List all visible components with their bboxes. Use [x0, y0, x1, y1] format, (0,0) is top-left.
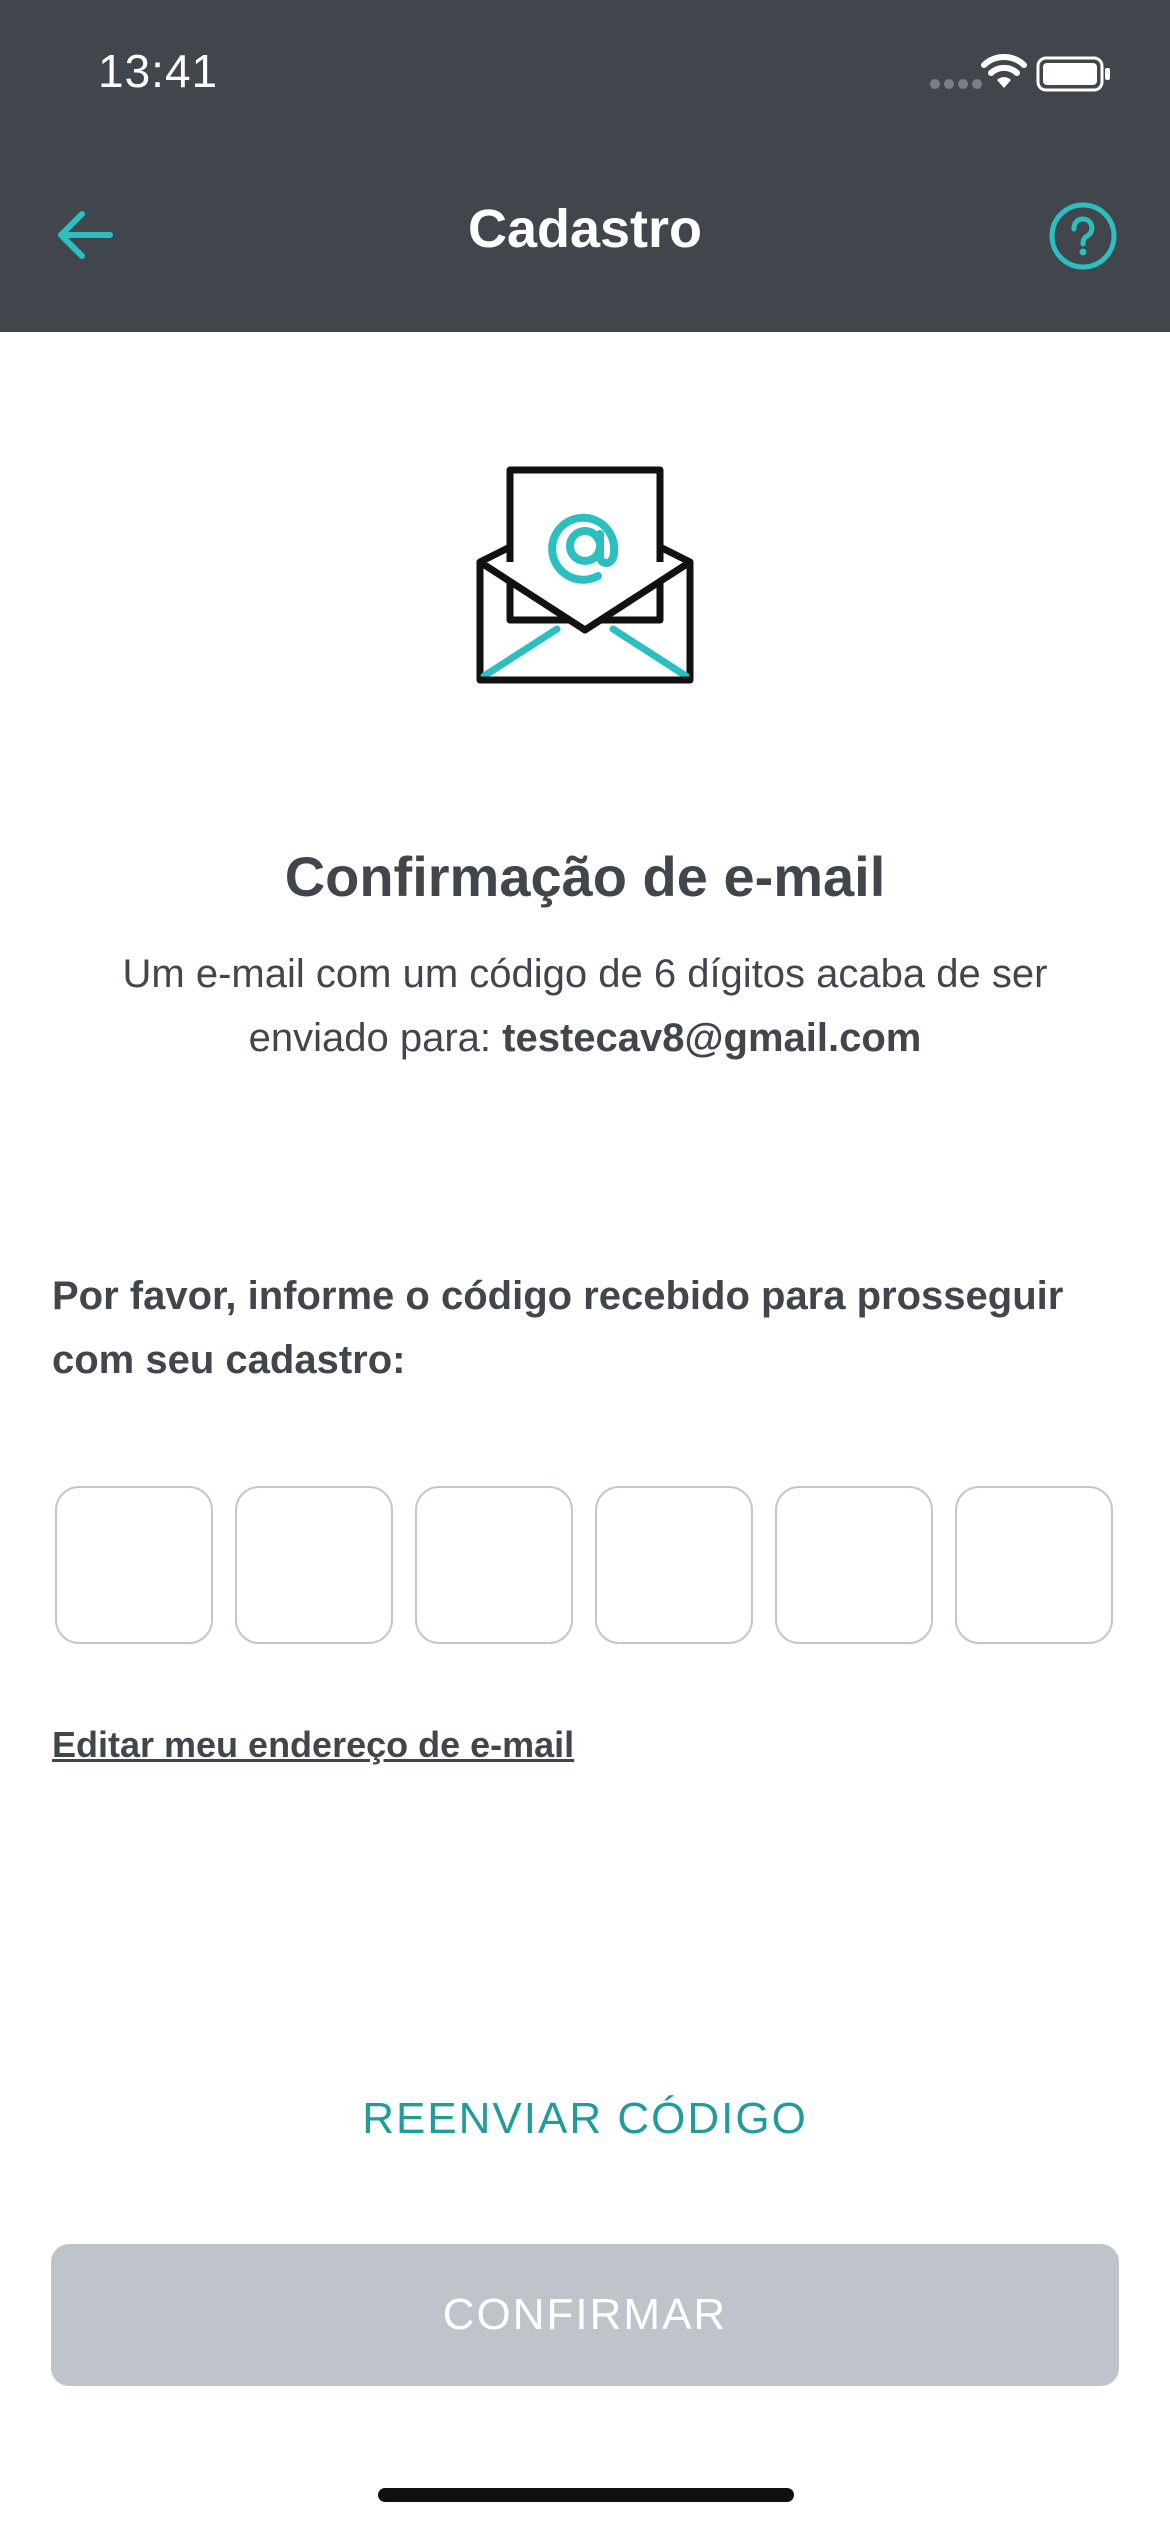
home-indicator: [378, 2488, 794, 2502]
code-digit-6-input[interactable]: [955, 1486, 1113, 1644]
email-envelope-icon: [476, 466, 694, 684]
edit-email-link[interactable]: Editar meu endereço de e-mail: [52, 1724, 574, 1766]
confirmation-description: Um e-mail com um código de 6 dígitos aca…: [60, 942, 1110, 1070]
app-header: 13:41 Cadastro: [0, 0, 1170, 332]
code-prompt: Por favor, informe o código recebido par…: [52, 1274, 1064, 1382]
help-question-icon: [1049, 202, 1117, 270]
page-title: Cadastro: [467, 199, 703, 259]
confirmation-title: Confirmação de e-mail: [284, 845, 886, 908]
code-digit-4-input[interactable]: [595, 1486, 753, 1644]
code-digit-2-input[interactable]: [235, 1486, 393, 1644]
resend-code-button[interactable]: REENVIAR CÓDIGO: [0, 2094, 1170, 2144]
wifi-icon: [981, 54, 1027, 88]
cellular-signal-icon: [930, 79, 982, 89]
recipient-email: testecav8@gmail.com: [502, 1016, 922, 1060]
help-button[interactable]: [1047, 200, 1119, 272]
status-time: 13:41: [98, 45, 219, 97]
battery-icon: [1036, 56, 1110, 92]
code-digit-5-input[interactable]: [775, 1486, 933, 1644]
code-digit-3-input[interactable]: [415, 1486, 573, 1644]
code-digit-1-input[interactable]: [55, 1486, 213, 1644]
code-input-row: [55, 1486, 1115, 1648]
confirm-button[interactable]: CONFIRMAR: [51, 2244, 1119, 2386]
